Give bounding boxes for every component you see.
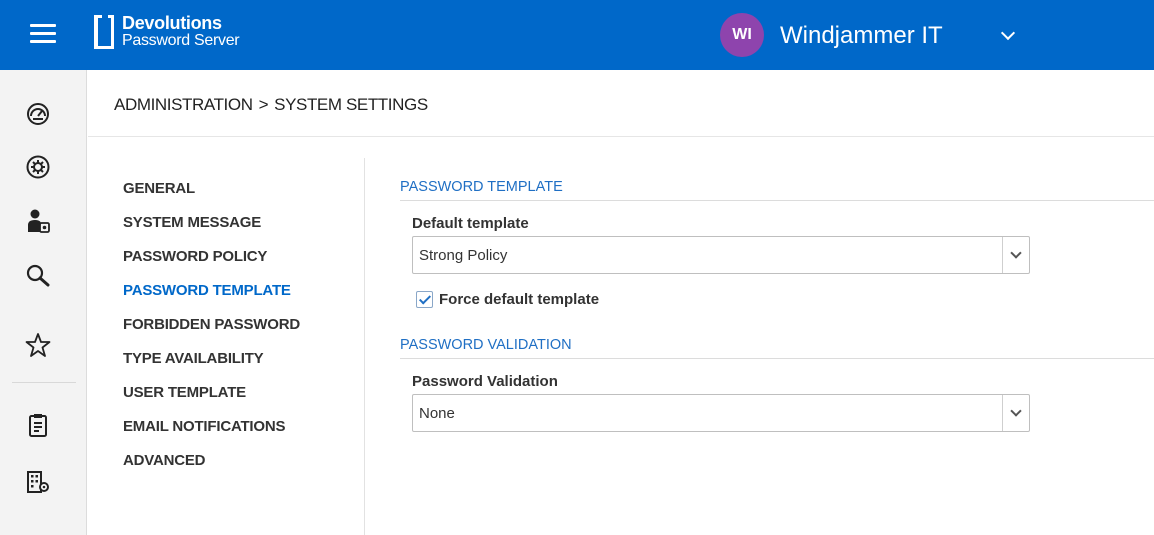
hamburger-menu-icon[interactable] <box>30 24 56 44</box>
nav-item-advanced[interactable]: ADVANCED <box>123 452 300 486</box>
left-rail <box>0 70 87 535</box>
nav-divider <box>364 158 365 535</box>
nav-item-system-message[interactable]: SYSTEM MESSAGE <box>123 214 300 248</box>
password-validation-label: Password Validation <box>412 373 558 390</box>
section-divider <box>400 200 1154 201</box>
header-divider <box>88 136 1154 137</box>
settings-gear-icon[interactable] <box>25 154 51 180</box>
nav-item-general[interactable]: GENERAL <box>123 180 300 214</box>
breadcrumb-system-settings: SYSTEM SETTINGS <box>274 95 428 114</box>
section-divider <box>400 358 1154 359</box>
nav-item-forbidden-password[interactable]: FORBIDDEN PASSWORD <box>123 316 300 350</box>
default-template-label: Default template <box>412 215 529 232</box>
password-validation-section-title: PASSWORD VALIDATION <box>400 337 572 353</box>
default-template-select[interactable]: Strong Policy <box>412 236 1030 274</box>
org-settings-icon[interactable] <box>25 469 51 495</box>
user-admin-icon[interactable] <box>25 208 51 234</box>
chevron-down-icon <box>1010 405 1022 417</box>
search-icon[interactable] <box>25 263 51 289</box>
chevron-down-icon <box>1000 25 1016 41</box>
nav-item-type-availability[interactable]: TYPE AVAILABILITY <box>123 350 300 384</box>
favorites-star-icon[interactable] <box>25 332 51 358</box>
password-validation-value: None <box>419 405 455 422</box>
nav-item-user-template[interactable]: USER TEMPLATE <box>123 384 300 418</box>
breadcrumb-separator: > <box>258 95 269 114</box>
devolutions-logo-icon <box>94 15 114 49</box>
force-default-template-label: Force default template <box>439 291 600 308</box>
default-template-value: Strong Policy <box>419 247 508 264</box>
chevron-down-icon <box>1010 247 1022 259</box>
password-validation-select[interactable]: None <box>412 394 1030 432</box>
breadcrumb-administration[interactable]: ADMINISTRATION <box>114 95 253 114</box>
logo-subtitle: Password Server <box>122 32 240 49</box>
breadcrumb: ADMINISTRATION > SYSTEM SETTINGS <box>114 95 428 115</box>
top-bar: Devolutions Password Server WI Windjamme… <box>0 0 1154 70</box>
force-default-template-checkbox[interactable] <box>416 291 433 308</box>
nav-item-password-template[interactable]: PASSWORD TEMPLATE <box>123 282 300 316</box>
password-template-section-title: PASSWORD TEMPLATE <box>400 179 563 195</box>
dashboard-icon[interactable] <box>25 101 51 127</box>
account-name: Windjammer IT <box>780 22 943 49</box>
avatar: WI <box>720 13 764 57</box>
rail-divider <box>12 382 76 383</box>
logo-title: Devolutions <box>122 13 222 33</box>
settings-nav: GENERAL SYSTEM MESSAGE PASSWORD POLICY P… <box>123 180 300 486</box>
nav-item-email-notifications[interactable]: EMAIL NOTIFICATIONS <box>123 418 300 452</box>
clipboard-report-icon[interactable] <box>25 412 51 438</box>
nav-item-password-policy[interactable]: PASSWORD POLICY <box>123 248 300 282</box>
